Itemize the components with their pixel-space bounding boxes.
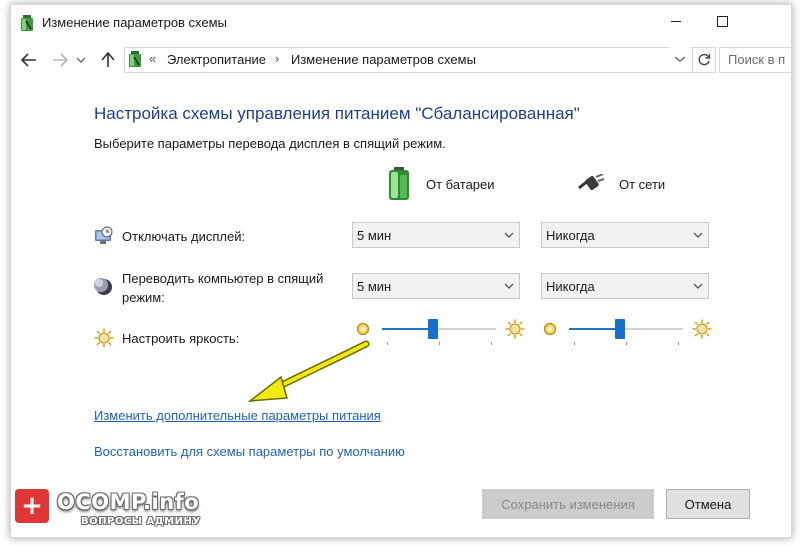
- search-placeholder: Поиск в п: [728, 52, 786, 67]
- breadcrumb-power-options[interactable]: Электропитание: [167, 52, 266, 67]
- cancel-button[interactable]: Отмена: [666, 489, 750, 519]
- chevron-down-icon: [77, 57, 85, 63]
- forward-button[interactable]: [49, 49, 71, 71]
- page-title: Настройка схемы управления питанием "Сба…: [94, 104, 580, 123]
- plugged-column-header: От сети: [577, 174, 665, 194]
- slider-fill: [569, 328, 620, 330]
- slider-tick: [574, 342, 575, 345]
- back-button[interactable]: [18, 49, 40, 71]
- slider-fill: [382, 328, 433, 330]
- brightness-battery-slider[interactable]: [382, 319, 496, 353]
- arrow-left-icon: [21, 53, 36, 67]
- brightness-label: Настроить яркость:: [122, 331, 240, 346]
- save-button[interactable]: Сохранить изменения: [482, 489, 654, 519]
- display-off-plugged-value: Никогда: [546, 228, 595, 243]
- monitor-clock-icon: [95, 226, 113, 244]
- slider-tick: [678, 342, 679, 345]
- slider-thumb[interactable]: [615, 319, 625, 339]
- refresh-icon: [698, 53, 711, 66]
- chevron-down-icon: [675, 56, 685, 62]
- maximize-icon: [716, 15, 728, 27]
- slider-tick: [387, 342, 388, 345]
- navigation-bar: « Электропитание › Изменение параметров …: [11, 43, 791, 77]
- sleep-label-line1: Переводить компьютер в спящий: [122, 271, 324, 286]
- recent-locations-button[interactable]: [74, 49, 88, 71]
- refresh-button[interactable]: [692, 48, 715, 72]
- chevron-down-icon: [693, 283, 703, 289]
- sleep-battery-value: 5 мин: [357, 279, 392, 294]
- sleep-plugged-value: Никогда: [546, 279, 595, 294]
- chevron-down-icon: [504, 283, 514, 289]
- sun-bright-icon: [505, 319, 525, 339]
- search-box[interactable]: Поиск в п: [719, 47, 791, 73]
- title-bar: Изменение параметров схемы: [11, 5, 791, 41]
- breadcrumb-edit-plan[interactable]: Изменение параметров схемы: [291, 52, 476, 67]
- sleep-label-line2: режим:: [122, 290, 165, 305]
- up-button[interactable]: [97, 49, 119, 71]
- sun-dim-icon: [543, 322, 557, 336]
- address-dropdown-button[interactable]: [669, 47, 691, 71]
- arrow-right-icon: [53, 53, 68, 67]
- page-description: Выберите параметры перевода дисплея в сп…: [94, 136, 446, 151]
- power-options-icon: [129, 51, 141, 67]
- power-plug-icon: [578, 174, 605, 190]
- display-off-battery-value: 5 мин: [357, 228, 392, 243]
- moon-icon: [94, 278, 112, 295]
- chevron-down-icon: [504, 232, 514, 238]
- slider-tick: [491, 342, 492, 345]
- watermark-subtitle: ВОПРОСЫ АДМИНУ: [81, 516, 201, 527]
- advanced-settings-link[interactable]: Изменить дополнительные параметры питани…: [94, 408, 381, 423]
- window-title: Изменение параметров схемы: [42, 15, 227, 30]
- display-off-label: Отключать дисплей:: [122, 229, 246, 244]
- control-panel-window: Изменение параметров схемы « Электропита…: [10, 4, 792, 538]
- brightness-plugged-slider[interactable]: [569, 319, 683, 353]
- plus-icon: +: [21, 491, 43, 521]
- display-off-plugged-select[interactable]: Никогда: [541, 222, 709, 248]
- battery-icon: [389, 167, 409, 200]
- breadcrumb-overflow[interactable]: «: [149, 51, 156, 66]
- chevron-down-icon: [693, 232, 703, 238]
- battery-column-label: От батареи: [426, 176, 495, 192]
- watermark-title: OCOMP.info: [57, 490, 200, 514]
- address-bar[interactable]: « Электропитание › Изменение параметров …: [124, 47, 716, 73]
- sun-icon: [94, 328, 114, 348]
- slider-tick: [439, 342, 440, 345]
- watermark-logo: + OCOMP.info ВОПРОСЫ АДМИНУ: [15, 489, 215, 539]
- maximize-button[interactable]: [699, 5, 745, 37]
- plugged-column-label: От сети: [619, 176, 666, 192]
- slider-thumb[interactable]: [428, 319, 438, 339]
- sun-dim-icon: [356, 322, 370, 336]
- battery-column-header: От батареи: [388, 167, 495, 201]
- sun-bright-icon: [692, 319, 712, 339]
- power-options-icon: [21, 15, 33, 31]
- sleep-battery-select[interactable]: 5 мин: [352, 273, 520, 299]
- slider-tick: [626, 342, 627, 345]
- sleep-plugged-select[interactable]: Никогда: [541, 273, 709, 299]
- minimize-button[interactable]: [653, 5, 699, 37]
- breadcrumb-separator[interactable]: ›: [275, 51, 279, 66]
- display-off-battery-select[interactable]: 5 мин: [352, 222, 520, 248]
- minimize-icon: [671, 20, 681, 22]
- arrow-up-icon: [101, 52, 115, 67]
- restore-defaults-link[interactable]: Восстановить для схемы параметры по умол…: [94, 444, 405, 459]
